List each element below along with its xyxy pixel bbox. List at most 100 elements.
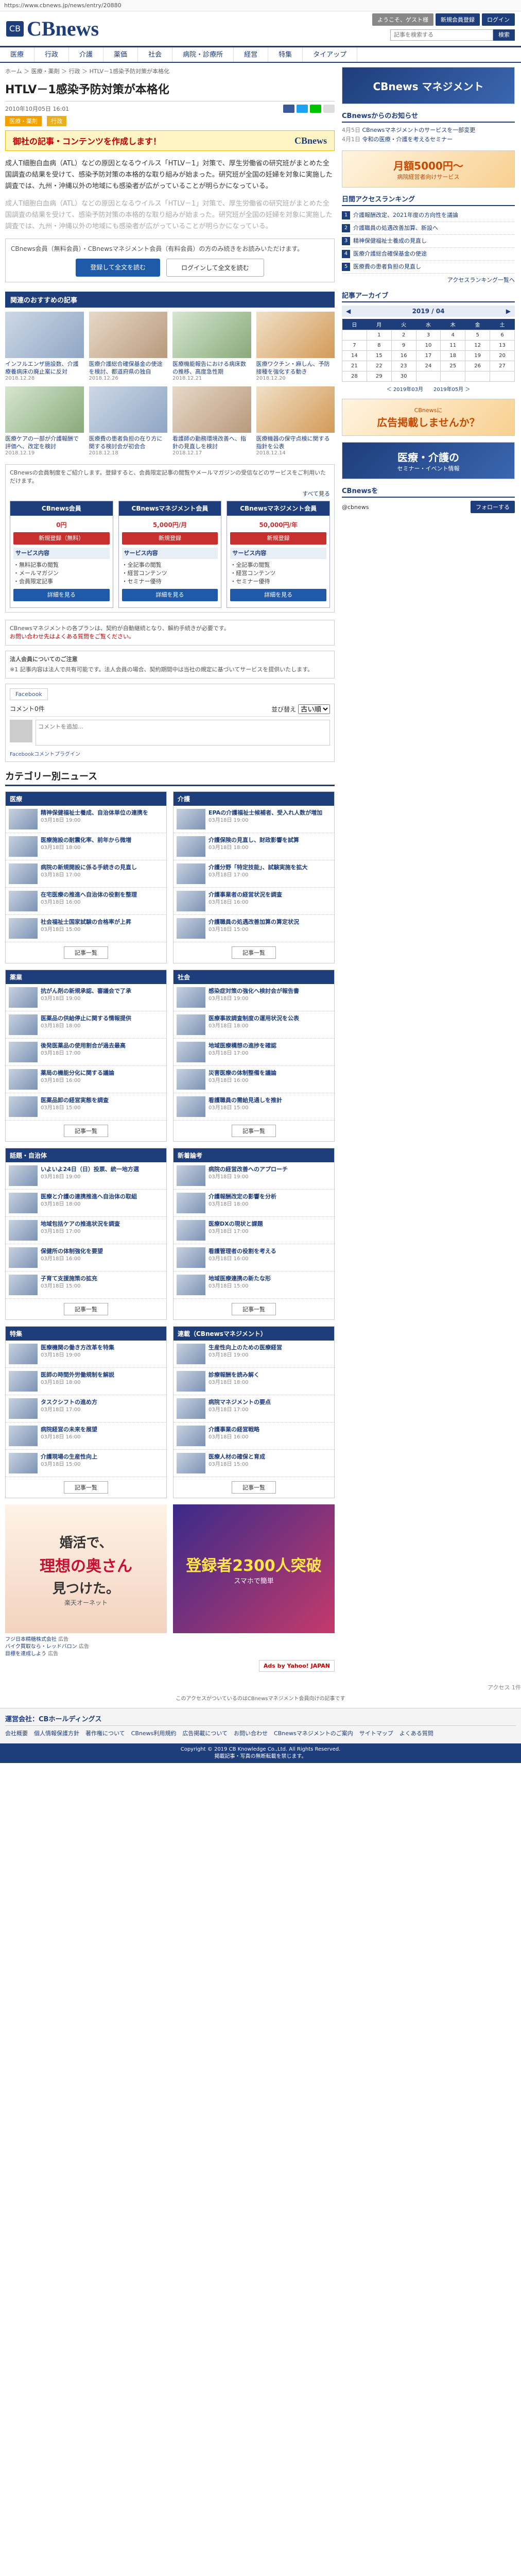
- plan-detail-button[interactable]: 詳細を見る: [13, 589, 110, 601]
- category-item[interactable]: 保健所の体制強化を要望 03月18日 16:00: [6, 1244, 166, 1272]
- category-item[interactable]: 介護分野「特定技能」、試験実施を拡大 03月18日 17:00: [173, 860, 334, 888]
- ad-banner-1[interactable]: 婚活で、 理想の奥さん 見つけた。 楽天オーネット: [5, 1504, 167, 1633]
- category-item[interactable]: 介護事業の経営戦略 03月18日 16:00: [173, 1422, 334, 1450]
- plan-register-button[interactable]: 新規登録（無料）: [13, 532, 110, 545]
- category-item[interactable]: 診療報酬を読み解く 03月18日 18:00: [173, 1368, 334, 1395]
- category-item[interactable]: 介護報酬改定の影響を分析 03月18日 18:00: [173, 1190, 334, 1217]
- facebook-tab[interactable]: Facebook: [10, 688, 48, 700]
- calendar-day[interactable]: 23: [391, 361, 416, 371]
- category-more-button[interactable]: 記事一覧: [232, 1481, 276, 1494]
- calendar-day[interactable]: 21: [342, 361, 367, 371]
- nav-item[interactable]: 薬価: [103, 47, 138, 62]
- category-item[interactable]: 感染症対策の強化へ検討会が報告書 03月18日 19:00: [173, 984, 334, 1011]
- category-item[interactable]: タスクシフトの進め方 03月18日 17:00: [6, 1395, 166, 1422]
- notice-link[interactable]: 令和の医療・介護を考えるセミナー: [362, 136, 453, 143]
- side-banner-ad[interactable]: CBnewsに 広告掲載しませんか？: [342, 399, 515, 436]
- category-more-button[interactable]: 記事一覧: [64, 1481, 108, 1494]
- sort-select[interactable]: 古い順: [298, 704, 330, 714]
- ranking-item[interactable]: 3 精神保健福祉士養成の見直し: [342, 235, 515, 248]
- calendar-day[interactable]: 26: [465, 361, 491, 371]
- category-more-button[interactable]: 記事一覧: [64, 1125, 108, 1137]
- calendar-day[interactable]: 6: [490, 330, 515, 341]
- category-item[interactable]: 精神保健福祉士養成、自治体単位の連携を 03月18日 19:00: [6, 806, 166, 833]
- next-month-icon[interactable]: ▶: [506, 308, 511, 315]
- nav-item[interactable]: 特集: [268, 47, 303, 62]
- ad-link[interactable]: フジ日本精糖株式会社: [5, 1637, 57, 1642]
- facebook-share-icon[interactable]: [283, 105, 294, 113]
- line-share-icon[interactable]: [310, 105, 321, 113]
- footer-link[interactable]: 個人情報保護方針: [34, 1730, 79, 1737]
- ad-link[interactable]: 目標を達成しよう: [5, 1651, 46, 1657]
- nav-item[interactable]: 経営: [234, 47, 269, 62]
- footer-link[interactable]: よくある質問: [400, 1730, 433, 1737]
- plan-detail-button[interactable]: 詳細を見る: [121, 589, 218, 601]
- bookmark-icon[interactable]: [323, 105, 335, 113]
- footer-link[interactable]: 広告掲載について: [182, 1730, 228, 1737]
- reco-item[interactable]: 看護師の勤務環境改善へ、指針の見直しを検討 2018.12.17: [172, 386, 251, 456]
- category-more-button[interactable]: 記事一覧: [64, 946, 108, 959]
- calendar-day[interactable]: 9: [391, 340, 416, 351]
- footer-link[interactable]: 会社概要: [5, 1730, 28, 1737]
- ranking-more-link[interactable]: アクセスランキング一覧へ: [342, 276, 515, 284]
- side-banner-management[interactable]: CBnews マネジメント: [342, 67, 515, 104]
- category-item[interactable]: 抗がん剤の新規承認、審議会で了承 03月18日 19:00: [6, 984, 166, 1011]
- calendar-day[interactable]: 29: [366, 371, 392, 382]
- login-read-button[interactable]: ログインして全文を読む: [166, 259, 264, 277]
- ad-banner-2[interactable]: 登録者2300人突破 スマホで簡単: [173, 1504, 335, 1633]
- category-more-button[interactable]: 記事一覧: [232, 1303, 276, 1315]
- footer-link[interactable]: 著作権について: [85, 1730, 125, 1737]
- reco-item[interactable]: 医療ワクチン・麻しん、予防接種を強化する動き 2018.12.20: [256, 312, 335, 381]
- category-item[interactable]: 薬局の機能分化に関する議論 03月18日 16:00: [6, 1066, 166, 1093]
- calendar-day[interactable]: 12: [465, 340, 491, 351]
- nav-item[interactable]: 介護: [69, 47, 104, 62]
- membership-all-link[interactable]: すべて見る: [10, 489, 330, 498]
- category-item[interactable]: 看護管理者の役割を考える 03月18日 16:00: [173, 1244, 334, 1272]
- calendar-day[interactable]: 4: [440, 330, 466, 341]
- calendar-day[interactable]: 22: [366, 361, 392, 371]
- ranking-item[interactable]: 5 医療費の患者負担の見直し: [342, 261, 515, 274]
- register-read-button[interactable]: 登録して全文を読む: [76, 259, 160, 277]
- category-item[interactable]: 病院経営の未来を展望 03月18日 16:00: [6, 1422, 166, 1450]
- category-item[interactable]: 病院マネジメントの要点 03月18日 17:00: [173, 1395, 334, 1422]
- category-tag[interactable]: 医療・薬剤: [5, 116, 42, 126]
- calendar-day[interactable]: 5: [465, 330, 491, 341]
- login-button[interactable]: ログイン: [482, 13, 515, 26]
- category-item[interactable]: 医師の時間外労働規制を解説 03月18日 18:00: [6, 1368, 166, 1395]
- site-logo[interactable]: CB CBnews: [6, 16, 99, 41]
- category-item[interactable]: 医療機関の働き方改革を特集 03月18日 19:00: [6, 1341, 166, 1368]
- calendar-day[interactable]: 20: [490, 350, 515, 361]
- nav-item[interactable]: 行政: [34, 47, 70, 62]
- calendar-day[interactable]: 16: [391, 350, 416, 361]
- fb-plugin-label[interactable]: Facebookコメントプラグイン: [10, 750, 330, 757]
- calendar-day[interactable]: 3: [415, 330, 441, 341]
- reco-item[interactable]: 医療機器の保守点検に関する指針を公表 2018.12.14: [256, 386, 335, 456]
- category-item[interactable]: EPAの介護福祉士候補者、受入れ人数が増加 03月18日 19:00: [173, 806, 334, 833]
- category-item[interactable]: 生産性向上のための医療経営 03月18日 19:00: [173, 1341, 334, 1368]
- category-item[interactable]: 介護事業者の経営状況を調査 03月18日 16:00: [173, 888, 334, 915]
- calendar-day[interactable]: 28: [342, 371, 367, 382]
- calendar-day[interactable]: 25: [440, 361, 466, 371]
- category-item[interactable]: 医療施設の耐震化率、前年から微増 03月18日 18:00: [6, 833, 166, 860]
- footer-link[interactable]: サイトマップ: [359, 1730, 393, 1737]
- calendar-day[interactable]: 2: [391, 330, 416, 341]
- category-more-button[interactable]: 記事一覧: [232, 946, 276, 959]
- yahoo-ads-label[interactable]: Ads by Yahoo! JAPAN: [258, 1660, 335, 1672]
- reco-item[interactable]: 医療費の患者負担の在り方に関する検討会が初会合 2018.12.18: [89, 386, 167, 456]
- reco-item[interactable]: インフルエンザ施設数、介護療養病床の廃止案に反対 2018.12.28: [5, 312, 84, 381]
- breadcrumb[interactable]: ホーム ＞ 医療・薬剤 ＞ 行政 ＞ HTLV－1感染予防対策が本格化: [5, 67, 335, 75]
- side-banner-event[interactable]: 医療・介護の セミナー・イベント情報: [342, 442, 515, 479]
- category-item[interactable]: 介護職員の処遇改善加算の算定状況 03月18日 15:00: [173, 915, 334, 942]
- calendar-day[interactable]: 14: [342, 350, 367, 361]
- reco-item[interactable]: 医療機能報告における病床数の推移、高度急性期 2018.12.21: [172, 312, 251, 381]
- ranking-item[interactable]: 1 介護報酬改定、2021年度の方向性を議論: [342, 209, 515, 222]
- calendar-day[interactable]: 8: [366, 340, 392, 351]
- ranking-item[interactable]: 4 医療介護総合確保基金の使途: [342, 248, 515, 261]
- plan-detail-button[interactable]: 詳細を見る: [230, 589, 326, 601]
- category-item[interactable]: 社会福祉士国家試験の合格率が上昇 03月18日 15:00: [6, 915, 166, 942]
- calendar-day[interactable]: 17: [415, 350, 441, 361]
- calendar-nav[interactable]: ＜ 2019年03月 2019年05月 ＞: [342, 385, 515, 393]
- nav-item[interactable]: 社会: [138, 47, 173, 62]
- category-item[interactable]: 地域包括ケアの推進状況を調査 03月18日 17:00: [6, 1217, 166, 1244]
- calendar-day[interactable]: 15: [366, 350, 392, 361]
- category-item[interactable]: 医薬品の供給停止に関する情報提供 03月18日 18:00: [6, 1011, 166, 1039]
